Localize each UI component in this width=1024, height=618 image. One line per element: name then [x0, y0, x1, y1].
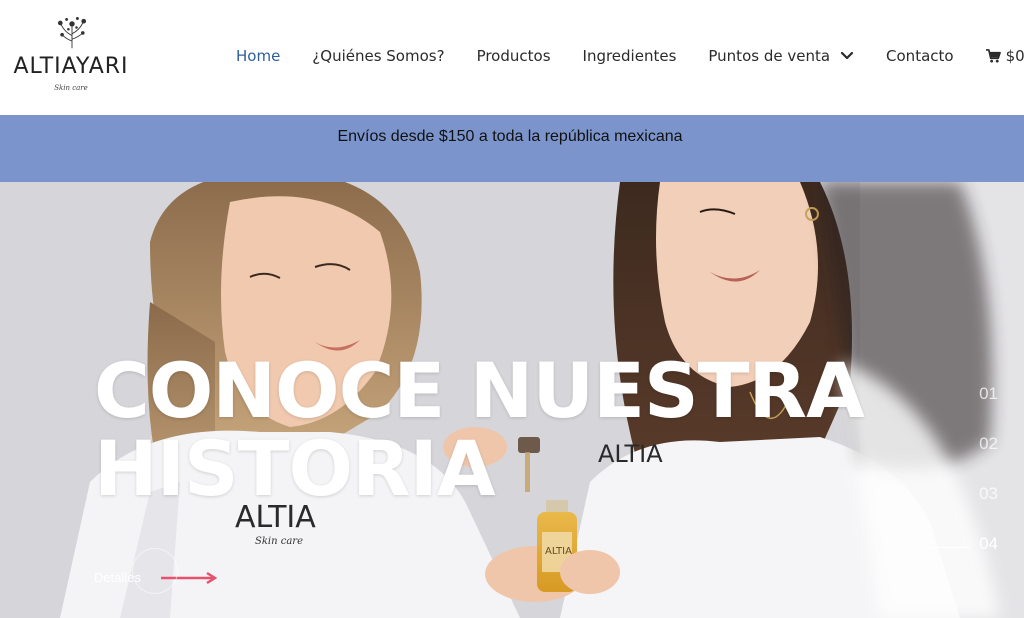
slide-indicator-2[interactable]: 02 — [979, 434, 998, 454]
shirt-script-left: Skin care — [255, 536, 303, 547]
details-button[interactable]: Detalles — [94, 548, 219, 594]
cart-icon — [985, 49, 1001, 63]
site-header: ALTIAYARI Skin care Home ¿Quiénes Somos?… — [0, 0, 1024, 115]
logo-wordmark: ALTIAYARI — [13, 54, 129, 79]
nav-quienes-somos-label: ¿Quiénes Somos? — [312, 47, 445, 65]
slide-indicator-3[interactable]: 03 — [979, 484, 998, 504]
hero-title-line1: CONOCE NUESTRA — [94, 346, 865, 435]
hero-slider: ALTIA ALTIA Skin care ALTIA CONOCE NUEST… — [0, 182, 1024, 618]
shipping-banner: Envíos desde $150 a toda la república me… — [0, 115, 1024, 182]
nav-productos[interactable]: Productos — [477, 47, 551, 65]
nav-ingredientes[interactable]: Ingredientes — [583, 47, 677, 65]
nav-contacto[interactable]: Contacto — [886, 47, 954, 65]
hero-title-line2: HISTORIA — [94, 424, 496, 513]
slide-indicator-1[interactable]: 01 — [979, 384, 998, 404]
main-nav: Home ¿Quiénes Somos? Productos Ingredien… — [236, 44, 1024, 68]
hero-title: CONOCE NUESTRA HISTORIA — [94, 352, 894, 508]
details-circle — [132, 548, 178, 594]
slide-indicator-4[interactable]: 04 — [979, 534, 998, 554]
logo-tagline: Skin care — [54, 84, 88, 92]
nav-puntos-de-venta-label: Puntos de venta — [708, 47, 831, 65]
nav-quienes-somos[interactable]: ¿Quiénes Somos? — [312, 47, 444, 65]
nav-puntos-de-venta[interactable]: Puntos de venta — [708, 47, 854, 65]
bottle-label: ALTIA — [545, 546, 572, 557]
cart-total: $0 — [1005, 47, 1024, 65]
shipping-banner-text: Envíos desde $150 a toda la república me… — [337, 128, 683, 145]
nav-productos-label: Productos — [476, 47, 551, 65]
brand-logo[interactable]: ALTIAYARI Skin care — [10, 14, 130, 98]
nav-home-label: Home — [236, 47, 281, 65]
nav-home[interactable]: Home — [236, 47, 280, 65]
chevron-down-icon[interactable] — [840, 51, 854, 61]
cart-button[interactable]: $0 — [985, 47, 1024, 65]
active-slide-line — [922, 547, 970, 548]
nav-contacto-label: Contacto — [886, 47, 954, 65]
nav-ingredientes-label: Ingredientes — [582, 47, 677, 65]
flower-logo-icon — [57, 17, 87, 49]
